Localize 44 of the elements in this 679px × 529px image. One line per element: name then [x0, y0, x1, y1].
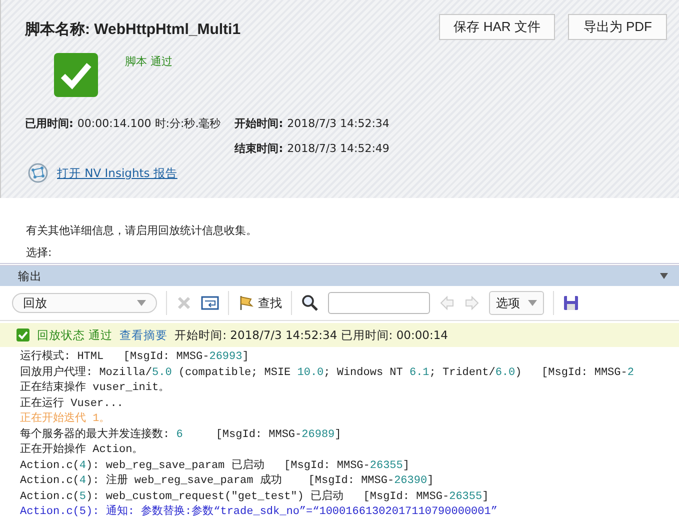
clear-icon[interactable]	[176, 295, 192, 311]
playback-status: 回放状态 通过	[37, 328, 113, 342]
flag-icon	[238, 295, 254, 311]
log-line: 运行模式: HTML [MsgId: MMSG-26993]	[20, 350, 250, 365]
summary-link[interactable]: 查看摘要	[120, 328, 168, 342]
find-button[interactable]: 查找	[238, 294, 282, 312]
log-line: Action.c(5): web_custom_request("get_test") 已启动 [MsgId: MMSG-26355]	[20, 490, 490, 504]
script-status: 脚本 通过	[125, 54, 172, 69]
log-line: 回放用户代理: Mozilla/5.0 (compatible; MSIE 10.0; Windows NT 6.1; Trident/6.0) [MsgId: MMSG-2	[20, 366, 635, 380]
network-icon	[27, 162, 49, 184]
search-icon[interactable]	[301, 294, 319, 312]
next-icon[interactable]	[464, 295, 480, 311]
log-line: Action.c(4): 注册 web_reg_save_param 成功 [MsgId: MMSG-26390]	[20, 474, 435, 489]
check-icon	[16, 328, 30, 342]
log-line: Action.c(5): 通知: 参数替换:参数“trade_sdk_no”=“10001661302017110790000001”	[20, 505, 498, 520]
log-line: 正在开始迭代 1。	[20, 412, 112, 427]
toolbar-button[interactable]: 导出为 PDF	[568, 14, 667, 40]
log-line: 每个服务器的最大并发连接数: 6 [MsgId: MMSG-26989]	[20, 428, 342, 442]
log-line: 正在结束操作 vuser_init。	[20, 381, 171, 396]
search-field[interactable]	[328, 292, 430, 314]
save-icon[interactable]	[563, 295, 579, 311]
log-line: Action.c(4): web_reg_save_param 已启动 [MsgId: MMSG-26355]	[20, 458, 410, 474]
wrap-icon[interactable]	[201, 295, 219, 311]
caret-icon[interactable]	[137, 300, 146, 306]
time-label: 结束时间:	[234, 142, 284, 155]
log-line: 正在运行 Vuser...	[20, 396, 124, 412]
previous-icon[interactable]	[439, 295, 455, 311]
log-dropdown[interactable]: 回放	[12, 293, 157, 313]
dropdown-arrow-icon[interactable]	[659, 272, 669, 280]
toolbar-button[interactable]: 保存 HAR 文件	[438, 14, 556, 40]
time-value: 2018/7/3 14:52:49	[287, 142, 390, 155]
panel-title: 输出	[18, 268, 42, 284]
log-line: 正在开始操作 Action。	[20, 443, 144, 458]
time-value: 2018/7/3 14:52:34	[287, 117, 390, 130]
status-detail: 开始时间: 2018/7/3 14:52:34 已用时间: 00:00:14	[174, 328, 448, 342]
insights-link[interactable]: 打开 NV Insights 报告	[57, 166, 178, 180]
time-value: 00:00:14.100 时:分:秒.毫秒	[77, 117, 221, 130]
time-label: 已用时间:	[25, 117, 74, 130]
options-button[interactable]: 选项	[489, 291, 544, 315]
info-text: 有关其他详细信息，请启用回放统计信息收集。	[26, 224, 258, 238]
script-title: 脚本名称: WebHttpHtml_Multi1	[25, 20, 241, 39]
time-label: 开始时间:	[234, 117, 284, 130]
select-label: 选择:	[26, 246, 53, 260]
caret-icon[interactable]	[528, 300, 537, 306]
